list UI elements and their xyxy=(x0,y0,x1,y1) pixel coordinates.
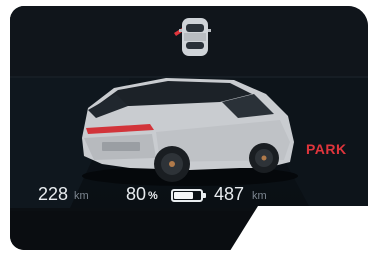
battery-percent-value: 80 xyxy=(126,184,147,204)
range-left-value: 228 xyxy=(38,184,69,204)
battery-icon xyxy=(171,189,203,202)
range-right-value: 487 xyxy=(214,184,245,204)
range-right-unit: km xyxy=(252,190,267,202)
car-top-view-door-open-icon xyxy=(174,18,211,56)
drive-mode-indicator: PARK xyxy=(306,141,347,157)
battery-level-fill xyxy=(174,192,193,199)
door-status-bar xyxy=(10,6,368,77)
battery-percent-sign: % xyxy=(148,190,158,202)
battery-tip xyxy=(203,193,206,198)
vehicle-image xyxy=(82,78,298,186)
bezel-corner xyxy=(228,206,377,254)
range-left-unit: km xyxy=(74,190,89,202)
